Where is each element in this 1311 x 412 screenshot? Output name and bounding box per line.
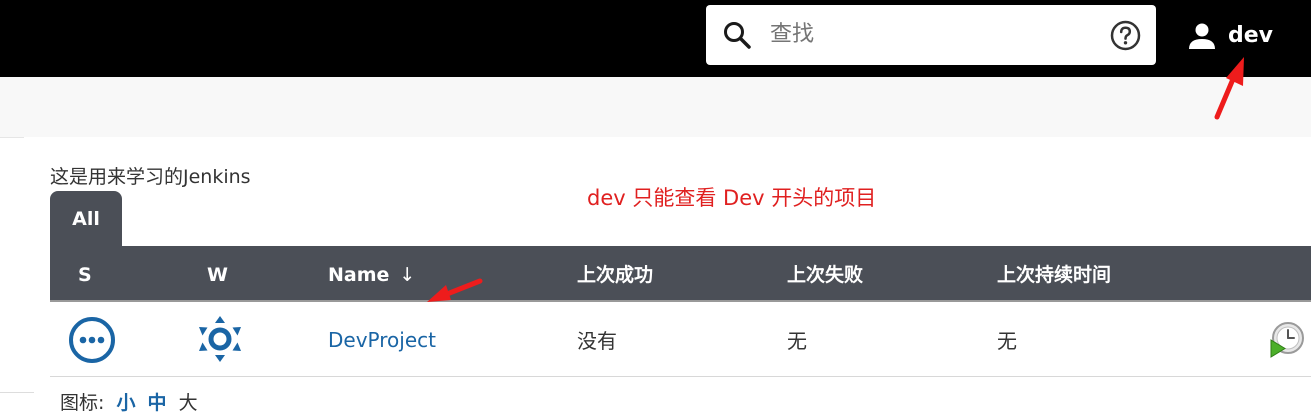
tab-all[interactable]: All [50,191,122,247]
icon-size-label: 图标: [60,392,105,412]
table-row: DevProject 没有 无 无 [50,304,1311,377]
schedule-build-icon[interactable] [1268,320,1306,358]
last-success-value: 没有 [577,329,617,353]
sidebar-divider [0,392,34,393]
icon-size-medium-link[interactable]: 中 [148,392,167,412]
help-icon[interactable] [1110,20,1141,51]
tab-label: All [72,208,100,230]
search-icon [724,22,751,49]
column-last-failure-header[interactable]: 上次失败 [787,264,863,286]
user-icon[interactable] [1188,22,1216,50]
breadcrumb [0,77,1311,137]
column-name-header[interactable]: Name ↓ [328,264,415,286]
sort-down-icon: ↓ [399,264,416,286]
view-description: 这是用来学习的Jenkins [50,166,251,188]
icon-size-large-current: 大 [178,392,198,412]
weather-sunny-icon [199,316,241,362]
last-duration-value: 无 [997,329,1017,353]
projects-table-header: S W Name ↓ 上次成功 上次失败 上次持续时间 [50,246,1311,302]
search-input[interactable]: 查找 [770,22,814,48]
status-not-built-icon [69,317,115,363]
annotation-note: dev 只能查看 Dev 开头的项目 [587,186,877,210]
jenkins-page: 查找 dev 这是用来学习的Jenkins dev 只能查看 Dev 开头的项目… [0,0,1311,412]
column-last-duration-header[interactable]: 上次持续时间 [997,264,1111,286]
column-weather-header[interactable]: W [207,264,228,286]
search-box[interactable]: 查找 [706,5,1156,65]
column-last-success-header[interactable]: 上次成功 [577,264,653,286]
sidebar-divider [0,137,24,138]
icon-size-chooser: 图标: 小 中 大 [60,392,198,412]
top-header: 查找 dev [0,0,1311,77]
user-name-link[interactable]: dev [1228,23,1273,49]
icon-size-small-link[interactable]: 小 [116,392,135,412]
last-failure-value: 无 [787,329,807,353]
column-name-label: Name [328,264,390,286]
job-link-devproject[interactable]: DevProject [328,328,436,352]
column-status-header[interactable]: S [78,264,92,286]
